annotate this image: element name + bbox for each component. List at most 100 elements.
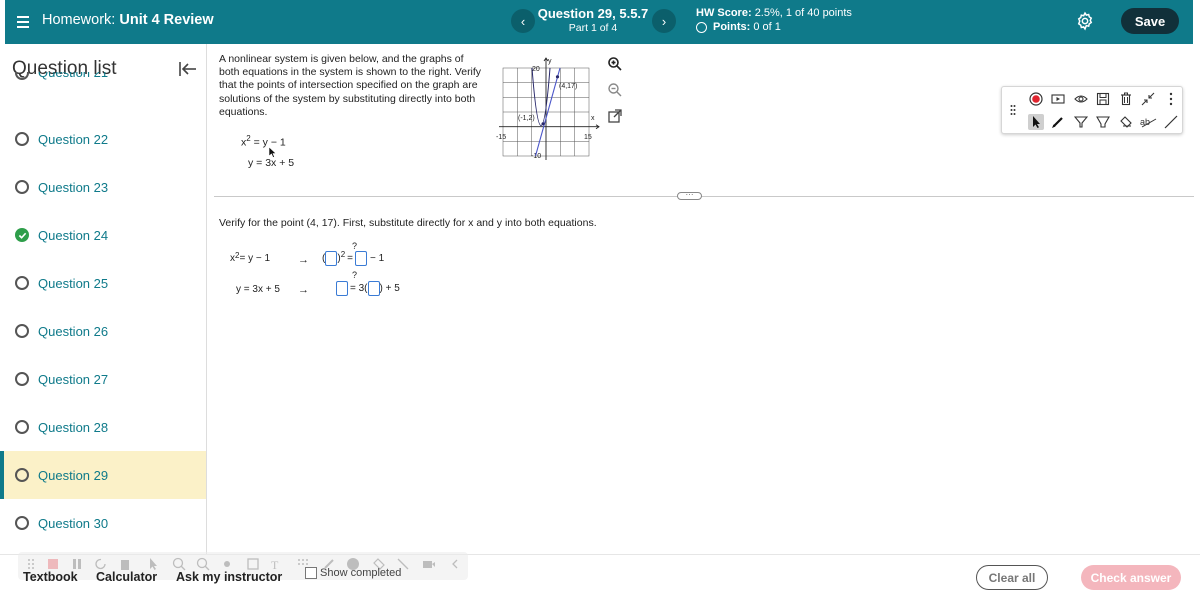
sidebar-item-question-23[interactable]: Question 23: [0, 163, 206, 211]
show-completed-label: Show completed: [320, 567, 402, 579]
line-tool-icon[interactable]: [1163, 114, 1179, 130]
arrow-2: →: [298, 284, 309, 296]
equation-2: y = 3x + 5: [248, 157, 295, 169]
textbook-link[interactable]: Textbook: [23, 570, 78, 584]
faded-text-icon: T: [271, 558, 279, 571]
sidebar-item-question-28[interactable]: Question 28: [0, 403, 206, 451]
check-answer-button[interactable]: Check answer: [1081, 565, 1181, 590]
funnel-filled-icon[interactable]: [1073, 114, 1089, 130]
x-axis-label: x: [591, 115, 595, 122]
trash-icon[interactable]: [1118, 91, 1134, 107]
sidebar-item-label: Question 23: [38, 179, 109, 195]
mouse-cursor-icon: [269, 147, 277, 158]
select-pointer-icon[interactable]: [1028, 114, 1044, 130]
sidebar-item-label: Question 28: [38, 419, 109, 435]
homework-name: Unit 4 Review: [119, 12, 214, 28]
hamburger-menu-icon[interactable]: [15, 12, 35, 32]
status-circle-icon: [15, 72, 29, 80]
drag-grip-icon[interactable]: [1008, 101, 1018, 121]
verify-instruction: Verify for the point (4, 17). First, sub…: [219, 217, 597, 229]
faded-camera-icon: [423, 561, 435, 568]
status-circle-icon: [15, 132, 29, 146]
clear-all-button[interactable]: Clear all: [976, 565, 1048, 590]
sidebar-item-label: Question 29: [38, 467, 109, 483]
sidebar-item-question-27[interactable]: Question 27: [0, 355, 206, 403]
y-max-label: 20: [532, 66, 540, 73]
row1-rest: = y − 1: [239, 253, 271, 264]
question-mark-1: ?: [352, 241, 358, 251]
eye-icon[interactable]: [1073, 91, 1089, 107]
question-mark-2: ?: [352, 270, 358, 280]
status-circle-icon: [15, 420, 29, 434]
collapse-arrows-icon[interactable]: [1140, 91, 1156, 107]
point-b-label: (-1,2): [518, 115, 535, 122]
previous-question-button[interactable]: ‹: [511, 9, 535, 33]
problem-statement: A nonlinear system is given below, and t…: [219, 53, 482, 118]
highlighter-icon[interactable]: [1095, 114, 1111, 130]
sidebar-item-question-25[interactable]: Question 25: [0, 259, 206, 307]
hw-score-value: 2.5%, 1 of 40 points: [754, 7, 852, 19]
screen-record-icon[interactable]: [1050, 91, 1066, 107]
sidebar-item-question-24[interactable]: Question 24: [0, 211, 206, 259]
intersection-point-a: [555, 75, 560, 79]
zoom-in-icon[interactable]: [607, 56, 623, 72]
text-tool-icon[interactable]: ab: [1140, 114, 1158, 130]
more-options-icon[interactable]: [1163, 91, 1179, 107]
sidebar-item-label: Question 27: [38, 371, 109, 387]
app-root: Homework: Unit 4 Review ‹ Question 29, 5…: [0, 0, 1200, 606]
status-circle-icon: [15, 468, 29, 482]
status-circle-icon: [15, 180, 29, 194]
record-icon[interactable]: [1028, 91, 1044, 107]
status-circle-icon: [15, 276, 29, 290]
intersection-point-b: [541, 122, 545, 126]
points-ring-icon: [696, 22, 707, 33]
open-new-window-icon[interactable]: [607, 108, 623, 124]
checkmark-icon: [15, 228, 29, 242]
sq-exponent: 2: [340, 250, 346, 259]
ask-instructor-link[interactable]: Ask my instructor: [176, 570, 282, 584]
points-value: 0 of 1: [753, 21, 781, 33]
sidebar-item-question-30[interactable]: Question 30: [0, 499, 206, 547]
answer-box-x-squared[interactable]: [325, 251, 338, 266]
sidebar-item-question-21[interactable]: Question 21: [0, 72, 206, 96]
calculator-link[interactable]: Calculator: [96, 570, 157, 584]
zoom-out-icon[interactable]: [607, 82, 623, 98]
sidebar-item-question-22[interactable]: Question 22: [0, 115, 206, 163]
sidebar-item-label: Question 30: [38, 515, 109, 531]
show-completed-checkbox[interactable]: [305, 567, 317, 579]
question-number: Question 29, 5.5.7: [537, 6, 649, 21]
save-disk-icon[interactable]: [1095, 91, 1111, 107]
plus-five: ) + 5: [379, 283, 400, 294]
eq1-exponent: 2: [246, 134, 251, 143]
next-question-button[interactable]: ›: [652, 9, 676, 33]
status-circle-icon: [15, 372, 29, 386]
answer-box-y-eq2[interactable]: [336, 281, 348, 296]
homework-title: Homework: Unit 4 Review: [42, 12, 214, 28]
y-axis-label: y: [548, 58, 552, 65]
sidebar-item-question-26[interactable]: Question 26: [0, 307, 206, 355]
equation-1: x2 = y − 1: [241, 134, 286, 149]
status-circle-icon: [15, 516, 29, 530]
faded-pause-icon: [73, 559, 81, 569]
x-min-label: -15: [496, 134, 506, 141]
sidebar-item-question-29[interactable]: Question 29: [0, 451, 206, 499]
faded-pointer-icon: [150, 558, 157, 570]
question-list-panel: Question list Question 21 Question 22 Qu…: [0, 44, 207, 554]
sidebar-item-label: Question 26: [38, 323, 109, 339]
save-button[interactable]: Save: [1121, 8, 1179, 34]
show-completed-toggle: Show completed: [305, 567, 401, 579]
resize-handle[interactable]: ···: [677, 191, 702, 200]
eraser-icon[interactable]: [1118, 114, 1134, 130]
faded-zoom-out-icon: [196, 557, 210, 571]
answer-box-y-eq1[interactable]: [354, 251, 367, 266]
homework-prefix: Homework:: [42, 12, 116, 28]
equals-three-paren: = 3(: [350, 283, 368, 294]
faded-stop-icon: [48, 559, 58, 569]
settings-gear-icon[interactable]: [1075, 11, 1095, 31]
faded-grip-icon: [28, 559, 34, 569]
annotation-toolbar: ab: [1001, 86, 1183, 134]
answer-box-x-eq2[interactable]: [367, 281, 380, 296]
x-max-label: 15: [584, 134, 592, 141]
pen-icon[interactable]: [1050, 114, 1066, 130]
section-divider: [214, 196, 1194, 197]
